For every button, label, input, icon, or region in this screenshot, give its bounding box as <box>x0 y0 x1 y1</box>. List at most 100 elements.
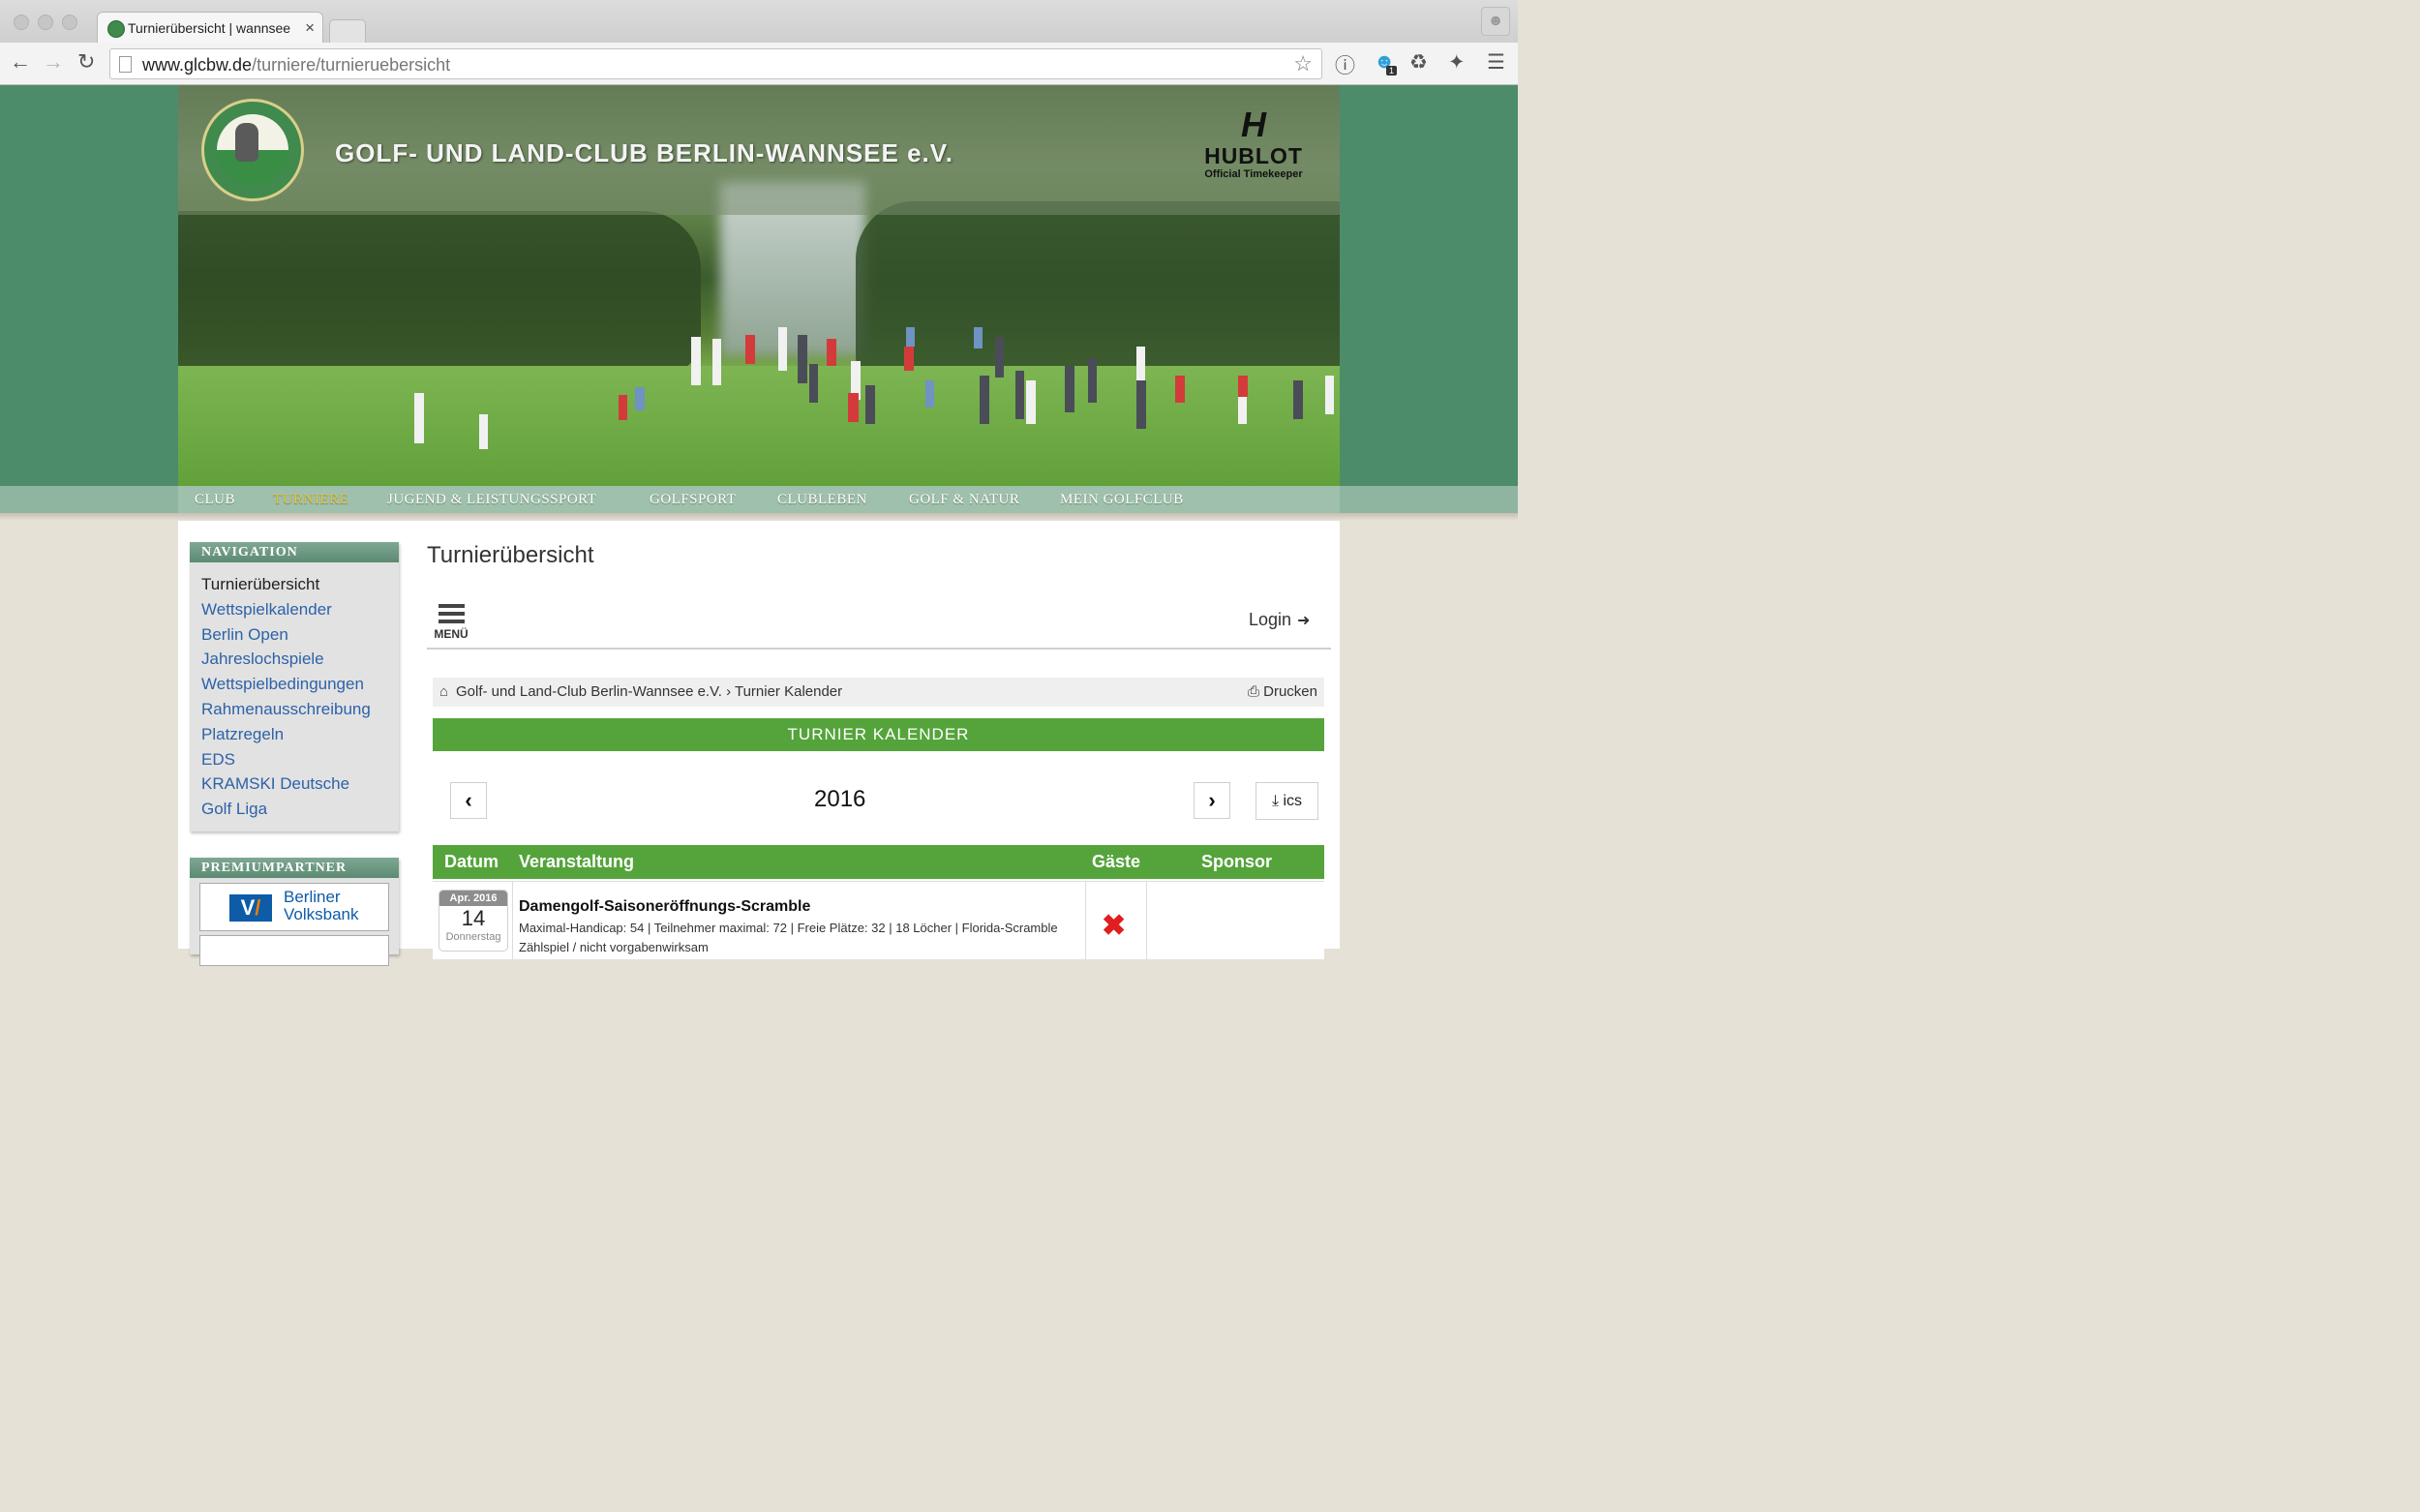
volksbank-logo-icon: V/ <box>229 894 272 922</box>
sponsor-subtitle: Official Timekeeper <box>1204 168 1303 180</box>
tab-close-icon[interactable]: × <box>305 18 315 38</box>
breadcrumb-home-link[interactable]: Golf- und Land-Club Berlin-Wannsee e.V. <box>456 683 722 700</box>
previous-year-button[interactable]: ‹ <box>450 782 487 819</box>
nav-golf-natur[interactable]: GOLF & NATUR <box>909 492 1019 508</box>
sidebar-item-jahreslochspiele[interactable]: Jahreslochspiele <box>201 647 387 672</box>
event-day: 14 <box>461 906 486 930</box>
sidebar-item-wettspielkalender[interactable]: Wettspielkalender <box>201 597 387 622</box>
sidebar-item-eds[interactable]: EDS <box>201 747 387 772</box>
site-title: GOLF- UND LAND-CLUB BERLIN-WANNSEE e.V. <box>335 138 953 167</box>
extension-badge: 1 <box>1386 66 1398 76</box>
profile-icon[interactable]: ☻ <box>1481 7 1510 36</box>
sidebar-item-turnieruebersicht[interactable]: Turnierübersicht <box>201 572 387 597</box>
reload-icon[interactable]: ↻ <box>77 49 95 75</box>
not-allowed-x-icon: ✖ <box>1102 910 1127 942</box>
event-title[interactable]: Damengolf-Saisoneröffnungs-Scramble <box>519 898 810 916</box>
download-icon: ⤓ <box>1271 793 1284 809</box>
page-title: Turnierübersicht <box>427 542 594 568</box>
home-icon[interactable]: ⌂ <box>439 683 448 700</box>
divider <box>427 648 1331 650</box>
zoom-window-button[interactable] <box>62 15 77 30</box>
partner-name-line2: Volksbank <box>284 905 359 923</box>
main-navigation: CLUB TURNIERE JUGEND & LEISTUNGSSPORT GO… <box>0 486 1518 513</box>
back-icon[interactable]: ← <box>10 49 31 75</box>
breadcrumb-current: Turnier Kalender <box>734 683 843 700</box>
nav-jugend-leistungssport[interactable]: JUGEND & LEISTUNGSSPORT <box>387 492 596 508</box>
event-info-mode: Zählspiel / nicht vorgabenwirksam <box>519 940 709 954</box>
star-icon[interactable]: ☆ <box>1293 51 1313 76</box>
nav-mein-golfclub[interactable]: MEIN GOLFCLUB <box>1060 492 1184 508</box>
ics-label: ics <box>1283 793 1303 809</box>
event-info: Maximal-Handicap: 54 | Teilnehmer maxima… <box>519 921 1058 935</box>
calendar-heading: TURNIER KALENDER <box>433 718 1324 751</box>
sidebar-navigation: NAVIGATION Turnierübersicht Wettspielkal… <box>190 542 399 832</box>
nav-club[interactable]: CLUB <box>195 492 235 508</box>
column-sponsor[interactable]: Sponsor <box>1201 852 1272 872</box>
sidebar-item-platzregeln[interactable]: Platzregeln <box>201 722 387 747</box>
table-row[interactable]: Apr. 2016 14 Donnerstag Damengolf-Saison… <box>433 881 1324 959</box>
date-cell: Apr. 2016 14 Donnerstag <box>433 882 513 959</box>
nav-clubleben[interactable]: CLUBLEBEN <box>777 492 867 508</box>
puzzle-icon[interactable]: ✦ <box>1448 50 1466 75</box>
tab-title: Turnierübersicht | wannsee <box>128 20 291 36</box>
volksbank-partner-link[interactable]: V/ Berliner Volksbank <box>199 883 389 931</box>
active-tab[interactable]: Turnierübersicht | wannsee × <box>97 12 323 45</box>
recycle-icon[interactable]: ♻ <box>1409 50 1428 75</box>
url-text[interactable]: www.glcbw.de/turniere/turnieruebersicht <box>142 55 450 76</box>
sidebar-item-rahmenausschreibung[interactable]: Rahmenausschreibung <box>201 697 387 722</box>
close-window-button[interactable] <box>14 15 29 30</box>
forward-icon[interactable]: → <box>43 49 64 75</box>
browser-toolbar: ← → ↻ www.glcbw.de/turniere/turnierueber… <box>0 43 1518 85</box>
hublot-h-icon: H <box>1241 105 1266 144</box>
content-area: NAVIGATION Turnierübersicht Wettspielkal… <box>178 521 1340 966</box>
sponsor-brand: HUBLOT <box>1204 143 1303 168</box>
event-month: Apr. 2016 <box>439 891 507 906</box>
event-weekday: Donnerstag <box>445 931 501 943</box>
menu-label: MENÜ <box>434 627 469 641</box>
menu-button[interactable]: MENÜ <box>434 604 469 641</box>
minimize-window-button[interactable] <box>38 15 53 30</box>
breadcrumb-separator: › <box>726 683 732 700</box>
new-tab-button[interactable] <box>329 19 366 44</box>
header-banner: GOLF- UND LAND-CLUB BERLIN-WANNSEE e.V. … <box>178 85 1340 486</box>
address-bar[interactable]: www.glcbw.de/turniere/turnieruebersicht … <box>109 48 1322 79</box>
chevron-left-icon: ‹ <box>465 788 472 812</box>
calendar-date-badge: Apr. 2016 14 Donnerstag <box>439 890 508 952</box>
club-favicon-icon <box>107 20 125 38</box>
sidebar-heading: NAVIGATION <box>190 542 399 562</box>
column-veranstaltung[interactable]: Veranstaltung <box>519 852 634 872</box>
guests-cell: ✖ <box>1085 882 1147 959</box>
print-label: Drucken <box>1263 683 1317 700</box>
partner-name-line1: Berliner <box>284 888 341 906</box>
login-label: Login <box>1249 610 1292 629</box>
breadcrumb: ⌂ Golf- und Land-Club Berlin-Wannsee e.V… <box>433 678 1324 707</box>
hamburger-menu-icon[interactable]: ☰ <box>1487 50 1505 75</box>
sign-in-icon: ➜ <box>1297 613 1311 629</box>
login-button[interactable]: Login ➜ <box>1249 610 1310 630</box>
page-icon <box>119 56 132 73</box>
nav-turniere[interactable]: TURNIERE <box>273 492 348 508</box>
printer-icon: ⎙ <box>1247 683 1264 700</box>
info-icon[interactable]: ⓘ <box>1335 50 1355 79</box>
sidebar-item-berlin-open[interactable]: Berlin Open <box>201 622 387 648</box>
year-display: 2016 <box>814 786 866 812</box>
sidebar-item-kramski-deutsche[interactable]: KRAMSKI Deutsche <box>201 771 387 797</box>
column-gaeste[interactable]: Gäste <box>1092 852 1140 872</box>
club-logo[interactable] <box>201 99 304 201</box>
sidebar-item-golf-liga[interactable]: Golf Liga <box>201 797 387 822</box>
premium-partner-box: PREMIUMPARTNER V/ Berliner Volksbank <box>190 858 399 966</box>
table-header: Datum Veranstaltung Gäste Sponsor <box>433 845 1324 879</box>
nav-golfsport[interactable]: GOLFSPORT <box>650 492 736 508</box>
bear-emblem-icon <box>235 123 258 162</box>
second-partner-link[interactable] <box>199 935 389 966</box>
browser-tab-bar: Turnierübersicht | wannsee × ☻ <box>0 0 1518 45</box>
ics-download-button[interactable]: ⤓ ics <box>1255 782 1318 820</box>
column-datum[interactable]: Datum <box>444 852 499 872</box>
sponsor-logo[interactable]: H HUBLOT Official Timekeeper <box>1196 105 1311 181</box>
chevron-right-icon: › <box>1208 788 1216 812</box>
hamburger-icon <box>434 604 469 623</box>
sidebar-item-wettspielbedingungen[interactable]: Wettspielbedingungen <box>201 672 387 697</box>
print-button[interactable]: ⎙ Drucken <box>1248 683 1317 700</box>
partner-heading: PREMIUMPARTNER <box>190 858 399 878</box>
next-year-button[interactable]: › <box>1194 782 1230 819</box>
